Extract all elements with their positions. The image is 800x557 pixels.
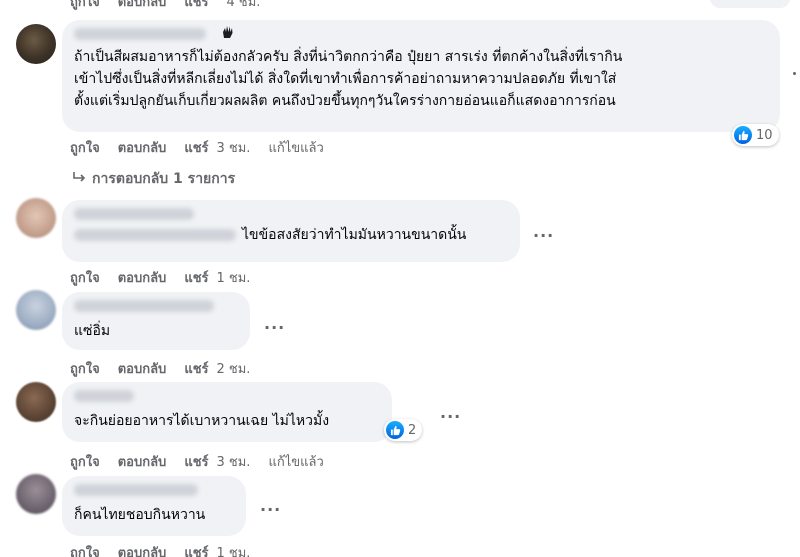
comment-actions: ถูกใจ ตอบกลับ แชร์ 1 ชม. bbox=[70, 542, 268, 557]
timestamp[interactable]: 3 ชม. bbox=[217, 451, 251, 472]
top-comment-actions: ถูกใจ ตอบกลับ แชร์ 4 ชม. bbox=[70, 0, 278, 12]
reply-link[interactable]: ตอบกลับ bbox=[118, 267, 167, 288]
comment-actions: ถูกใจ ตอบกลับ แชร์ 2 ชม. bbox=[70, 358, 268, 379]
timestamp[interactable]: 3 ชม. bbox=[217, 137, 251, 158]
avatar[interactable] bbox=[16, 382, 56, 422]
comment-actions: ถูกใจ ตอบกลับ แชร์ 3 ชม. แก้ไขแล้ว bbox=[70, 137, 342, 158]
share-link[interactable]: แชร์ bbox=[184, 542, 208, 557]
comment-text: ไขข้อสงสัยว่าทำไมมันหวานขนาดนั้น bbox=[242, 227, 467, 243]
reaction-number: 2 bbox=[408, 422, 417, 438]
reply-link[interactable]: ตอบกลับ bbox=[118, 358, 167, 379]
like-icon bbox=[734, 126, 752, 144]
reaction-number: 10 bbox=[756, 127, 773, 143]
scroll-indicator-dot bbox=[793, 72, 796, 75]
reply-link[interactable]: ตอบกลับ bbox=[118, 542, 167, 557]
edited-label[interactable]: แก้ไขแล้ว bbox=[268, 137, 323, 158]
commenter-name-continued bbox=[74, 229, 236, 241]
timestamp[interactable]: 2 ชม. bbox=[217, 358, 251, 379]
comment-actions: ถูกใจ ตอบกลับ แชร์ 1 ชม. bbox=[70, 267, 268, 288]
timestamp: 4 ชม. bbox=[226, 0, 261, 10]
reply-link[interactable]: ตอบกลับ bbox=[118, 137, 167, 158]
share-link[interactable]: แชร์ bbox=[184, 137, 208, 158]
comment-bubble: จะกินย่อยอาหารได้เบาหวานเฉย ไม่ไหวมั้ง bbox=[62, 382, 392, 442]
commenter-name[interactable] bbox=[74, 208, 194, 220]
comment-bubble: ก็คนไทยชอบกินหวาน bbox=[62, 476, 246, 536]
share-link[interactable]: แชร์ bbox=[184, 451, 208, 472]
comment-text: จะกินย่อยอาหารได้เบาหวานเฉย ไม่ไหวมั้ง bbox=[74, 413, 330, 429]
like-link[interactable]: ถูกใจ bbox=[70, 267, 100, 288]
timestamp[interactable]: 1 ชม. bbox=[217, 267, 251, 288]
timestamp[interactable]: 1 ชม. bbox=[217, 542, 251, 557]
reply-link[interactable]: ตอบกลับ bbox=[118, 451, 167, 472]
view-replies-link[interactable]: การตอบกลับ 1 รายการ bbox=[72, 168, 235, 190]
commenter-name[interactable] bbox=[74, 484, 198, 496]
like-link[interactable]: ถูกใจ bbox=[70, 542, 100, 557]
edited-label[interactable]: แก้ไขแล้ว bbox=[268, 451, 323, 472]
more-icon[interactable]: ... bbox=[440, 403, 461, 422]
commenter-name[interactable] bbox=[74, 390, 134, 402]
share-link[interactable]: แชร์ bbox=[184, 0, 208, 12]
comment-text: ถ้าเป็นสีผสมอาหารก็ไม่ต้องกลัวครับ สิ่งท… bbox=[74, 49, 623, 109]
like-link[interactable]: ถูกใจ bbox=[70, 0, 100, 12]
like-link[interactable]: ถูกใจ bbox=[70, 137, 100, 158]
comment-text: ก็คนไทยชอบกินหวาน bbox=[74, 507, 206, 523]
previous-bubble-edge bbox=[710, 0, 790, 8]
commenter-name[interactable] bbox=[74, 300, 214, 312]
share-link[interactable]: แชร์ bbox=[184, 267, 208, 288]
share-link[interactable]: แชร์ bbox=[184, 358, 208, 379]
avatar[interactable] bbox=[16, 474, 56, 514]
avatar[interactable] bbox=[16, 24, 56, 64]
like-link[interactable]: ถูกใจ bbox=[70, 451, 100, 472]
reaction-count[interactable]: 2 bbox=[384, 419, 423, 441]
like-icon bbox=[386, 421, 404, 439]
reply-arrow-icon bbox=[72, 171, 86, 187]
wave-hand-icon bbox=[220, 24, 236, 44]
reaction-count[interactable]: 10 bbox=[732, 124, 779, 146]
like-link[interactable]: ถูกใจ bbox=[70, 358, 100, 379]
reply-link[interactable]: ตอบกลับ bbox=[118, 0, 167, 12]
more-icon[interactable]: ... bbox=[533, 222, 554, 241]
commenter-name[interactable] bbox=[74, 28, 206, 40]
more-icon[interactable]: ... bbox=[264, 314, 285, 333]
avatar[interactable] bbox=[16, 198, 56, 238]
comment-actions: ถูกใจ ตอบกลับ แชร์ 3 ชม. แก้ไขแล้ว bbox=[70, 451, 342, 472]
more-icon[interactable]: ... bbox=[260, 496, 281, 515]
comment-bubble: แซ่อิ่ม bbox=[62, 292, 250, 350]
avatar[interactable] bbox=[16, 290, 56, 330]
comment-bubble: ไขข้อสงสัยว่าทำไมมันหวานขนาดนั้น bbox=[62, 200, 520, 262]
comment-text: แซ่อิ่ม bbox=[74, 323, 111, 339]
replies-count-label: การตอบกลับ 1 รายการ bbox=[92, 171, 236, 187]
comment-bubble: ถ้าเป็นสีผสมอาหารก็ไม่ต้องกลัวครับ สิ่งท… bbox=[62, 20, 780, 132]
